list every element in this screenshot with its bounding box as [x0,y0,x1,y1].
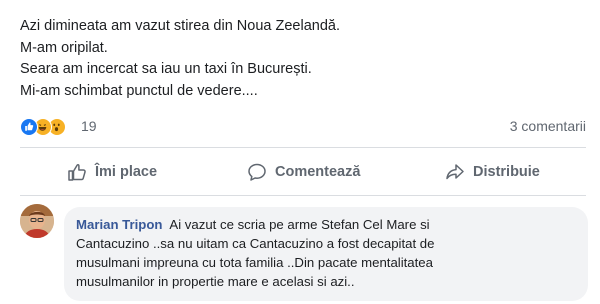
comment-label: Comentează [275,164,361,180]
post-line: Mi-am schimbat punctul de vedere.... [20,82,258,99]
divider [20,147,586,148]
comment-item: Marian Tripon Ai vazut ce scria pe arme … [20,204,590,304]
post-line: M-am oripilat. [20,39,108,56]
like-button[interactable]: Îmi place [67,152,157,192]
comment-author-link[interactable]: Marian Tripon [76,217,162,232]
comment-button[interactable]: Comentează [247,152,360,192]
share-button[interactable]: Distribuie [445,152,540,192]
post-line: Seara am incercat sa iau un taxi în Bucu… [20,61,312,77]
reaction-icons[interactable] [20,118,80,136]
comment-line: Cantacuzino ..sa nu uitam ca Cantacuzino… [76,236,435,251]
reactions-summary[interactable]: 19 3 comentarii [20,116,586,138]
divider [20,195,586,196]
comment-icon [248,163,266,181]
post-timestamp-clipped: · [108,0,112,5]
comment-count-link[interactable]: 3 comentarii [510,118,586,134]
share-arrow-icon [446,164,464,180]
like-icon [20,118,38,136]
share-label: Distribuie [473,164,540,180]
comment-bubble: Marian Tripon Ai vazut ce scria pe arme … [64,207,588,301]
comment-line: Marian Tripon Ai vazut ce scria pe arme … [76,215,576,234]
comment-line: musulmani impreuna cu tota familia ..Din… [76,255,433,270]
comment-text: Ai vazut ce scria pe arme Stefan Cel Mar… [169,217,430,232]
like-label: Îmi place [95,164,158,180]
thumbs-up-icon [68,163,86,181]
post-actions: Îmi place Comentează Distribuie [20,152,586,194]
post-line: Azi dimineata am vazut stirea din Noua Z… [20,18,340,34]
comment-line: musulmanilor in propertie mare e acelasi… [76,274,355,289]
avatar[interactable] [20,204,54,238]
reaction-count[interactable]: 19 [81,118,97,134]
post-text: Azi dimineata am vazut stirea din Noua Z… [20,16,580,102]
